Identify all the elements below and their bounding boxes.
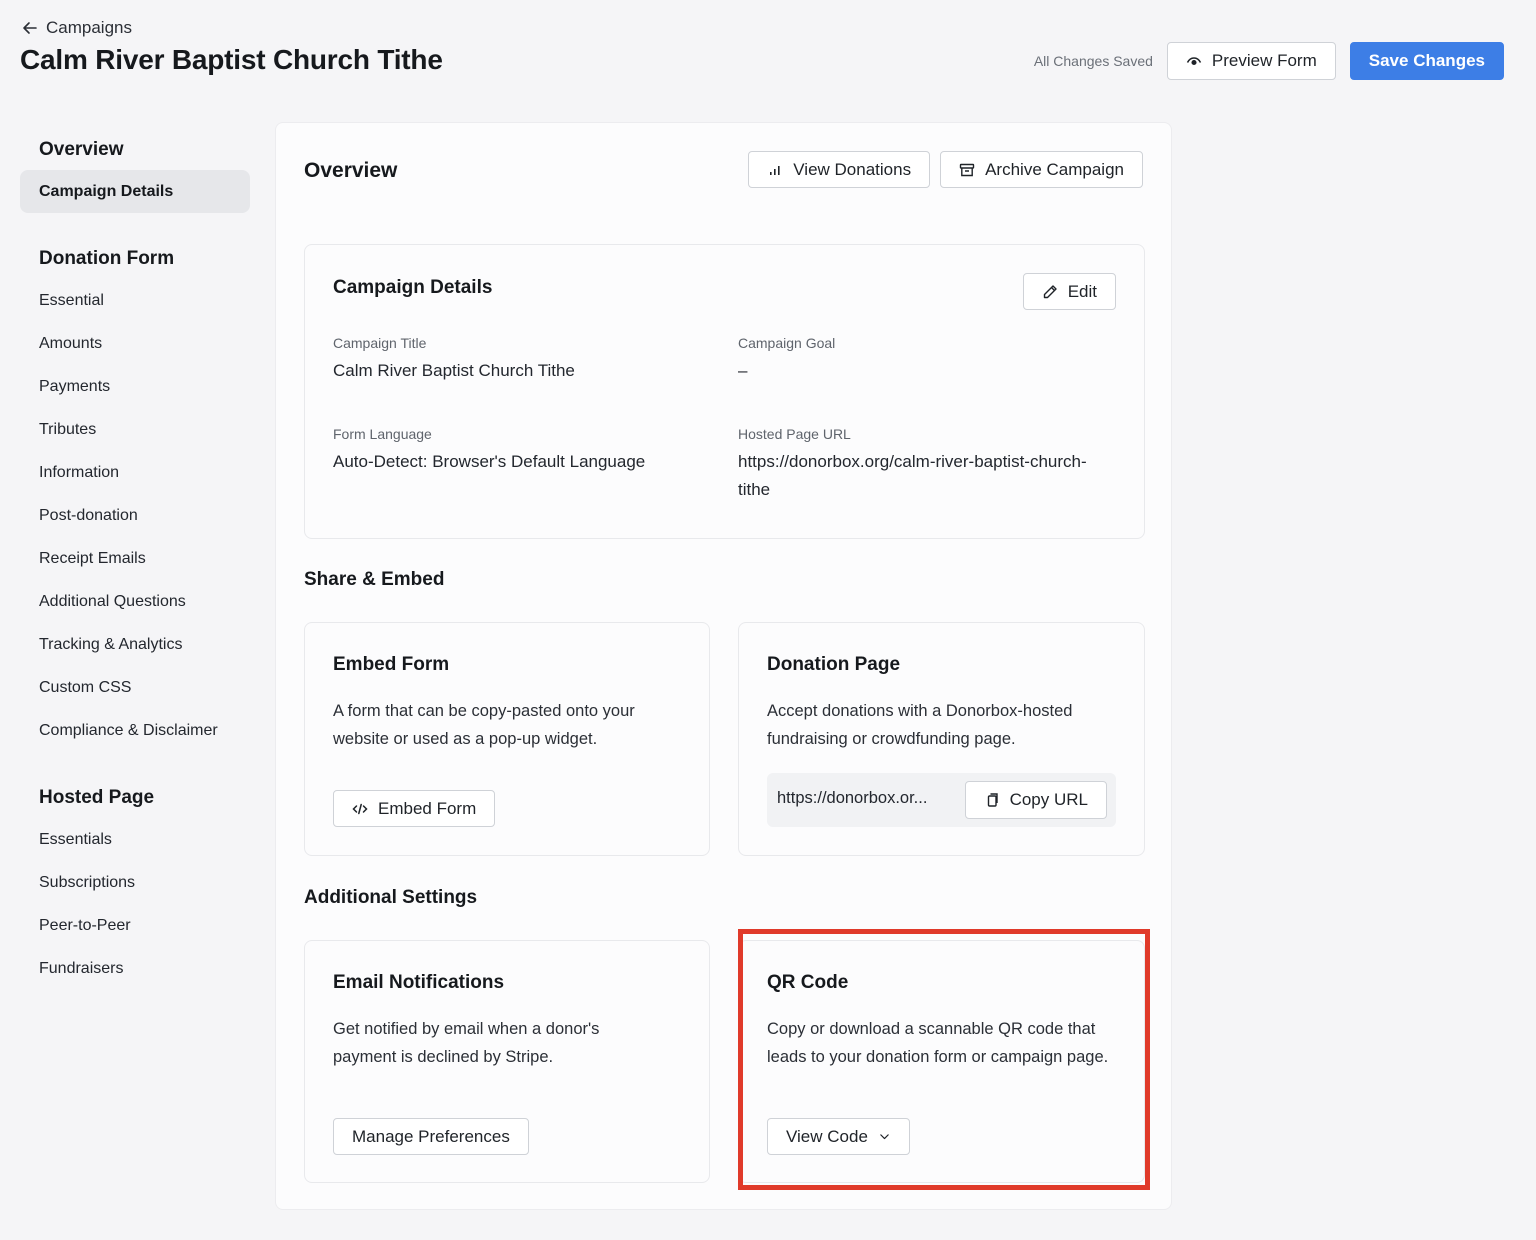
sidebar-item-essential[interactable]: Essential [20,279,250,322]
embed-form-title: Embed Form [333,654,450,675]
sidebar-item-information[interactable]: Information [20,451,250,494]
edit-label: Edit [1067,281,1097,301]
embed-form-button[interactable]: Embed Form [333,790,496,827]
donation-url-box: https://donorbox.or... Copy URL [767,773,1116,827]
sidebar-item-peer-to-peer[interactable]: Peer-to-Peer [20,904,250,947]
sidebar-item-payments[interactable]: Payments [20,365,250,408]
eye-icon [1186,57,1202,66]
copy-url-button[interactable]: Copy URL [964,781,1107,819]
arrow-left-icon [23,22,37,34]
embed-form-description: A form that can be copy-pasted onto your… [333,702,635,748]
back-to-campaigns-link[interactable]: Campaigns [22,18,132,38]
sidebar-item-additional-questions[interactable]: Additional Questions [20,580,250,623]
header-actions: All Changes Saved Preview Form Save Chan… [1034,42,1504,80]
manage-preferences-button[interactable]: Manage Preferences [333,1118,529,1155]
view-donations-button[interactable]: View Donations [748,151,931,188]
preview-form-button[interactable]: Preview Form [1166,42,1336,80]
code-icon [352,803,368,814]
sidebar-item-post-donation[interactable]: Post-donation [20,494,250,537]
embed-form-card: Embed Form A form that can be copy-paste… [304,622,710,856]
donation-page-title: Donation Page [767,654,901,675]
overview-panel: Overview View Donations Archive Campaign… [275,122,1172,1210]
sidebar-item-campaign-details[interactable]: Campaign Details [20,170,250,213]
saved-status: All Changes Saved [1033,53,1153,69]
sidebar-item-custom-css[interactable]: Custom CSS [20,666,250,709]
sidebar: Overview Campaign Details Donation Form … [20,130,250,990]
qr-code-description: Copy or download a scannable QR code tha… [767,1020,1109,1066]
edit-button[interactable]: Edit [1022,273,1116,310]
copy-icon [987,793,998,807]
sidebar-heading-overview: Overview [39,139,124,160]
archive-campaign-button[interactable]: Archive Campaign [940,151,1143,188]
sidebar-item-essentials[interactable]: Essentials [20,818,250,861]
qr-code-title: QR Code [767,972,849,993]
sidebar-item-tributes[interactable]: Tributes [20,408,250,451]
archive-campaign-label: Archive Campaign [985,159,1124,179]
email-notifications-description: Get notified by email when a donor's pay… [333,1020,600,1066]
campaign-details-card: Campaign Details Edit Campaign Title Cal… [304,244,1145,539]
sidebar-item-receipt-emails[interactable]: Receipt Emails [20,537,250,580]
campaign-title-value: Calm River Baptist Church Tithe [333,361,575,380]
view-donations-label: View Donations [793,159,912,179]
donation-page-description: Accept donations with a Donorbox-hosted … [767,702,1073,748]
overview-actions: View Donations Archive Campaign [748,151,1143,188]
copy-url-label: Copy URL [1009,790,1088,809]
hosted-url-label: Hosted Page URL [738,426,851,442]
view-code-button[interactable]: View Code [767,1118,910,1155]
email-notifications-title: Email Notifications [333,972,505,993]
email-notifications-card: Email Notifications Get notified by emai… [304,940,710,1183]
page-title: Calm River Baptist Church Tithe [20,44,443,75]
pencil-icon [1043,284,1057,298]
view-code-label: View Code [786,1126,868,1146]
campaign-goal-value: – [738,361,748,380]
campaign-details-title: Campaign Details [333,277,493,298]
save-changes-button[interactable]: Save Changes [1349,42,1504,80]
hosted-url-value-line1: https://donorbox.org/calm-river-baptist-… [738,452,1087,471]
form-language-label: Form Language [333,426,432,442]
campaign-goal-label: Campaign Goal [738,335,836,351]
overview-title: Overview [304,159,398,182]
archive-icon [959,163,975,176]
bar-chart-icon [770,165,780,175]
sidebar-heading-hosted-page: Hosted Page [39,787,155,808]
sidebar-item-amounts[interactable]: Amounts [20,322,250,365]
sidebar-heading-donation-form: Donation Form [39,248,175,269]
additional-settings-title: Additional Settings [304,887,478,908]
embed-form-button-label: Embed Form [378,798,477,818]
chevron-down-icon [880,1134,889,1140]
sidebar-item-subscriptions[interactable]: Subscriptions [20,861,250,904]
sidebar-item-fundraisers[interactable]: Fundraisers [20,947,250,990]
back-link-label: Campaigns [46,18,132,37]
campaign-title-label: Campaign Title [333,335,427,351]
form-language-value: Auto-Detect: Browser's Default Language [333,452,646,471]
sidebar-item-tracking-analytics[interactable]: Tracking & Analytics [20,623,250,666]
preview-form-label: Preview Form [1211,51,1317,70]
donation-url-preview[interactable]: https://donorbox.or... [777,789,927,808]
donation-page-card: Donation Page Accept donations with a Do… [738,622,1145,856]
hosted-url-value-line2: tithe [738,480,771,499]
sidebar-item-compliance-disclaimer[interactable]: Compliance & Disclaimer [20,709,250,752]
share-embed-title: Share & Embed [304,569,445,590]
qr-code-card: QR Code Copy or download a scannable QR … [738,940,1145,1183]
